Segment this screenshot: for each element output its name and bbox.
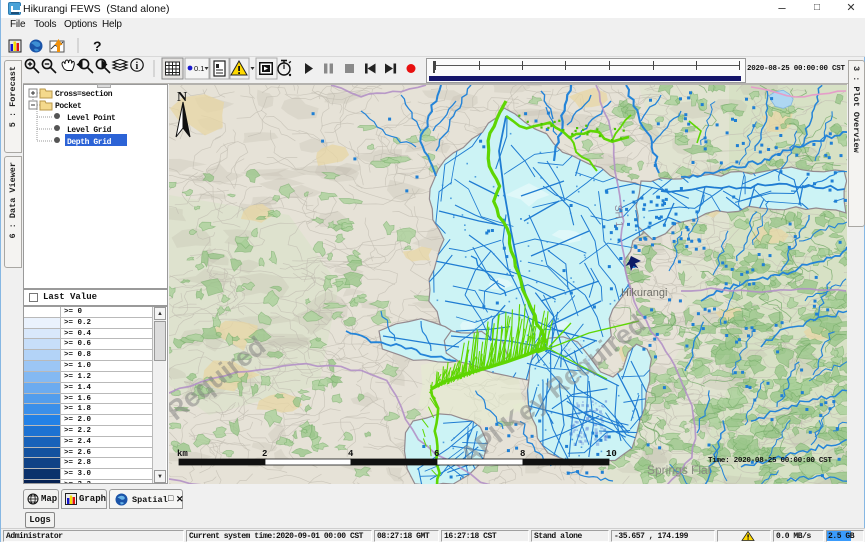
- svg-text:N: N: [177, 90, 187, 105]
- svg-text:Pocket: Pocket: [55, 102, 82, 111]
- svg-text:km: km: [177, 449, 188, 459]
- svg-text:Cross=section: Cross=section: [55, 90, 113, 99]
- svg-text:8: 8: [520, 449, 525, 459]
- svg-text:?: ?: [93, 38, 102, 54]
- svg-text:i: i: [136, 61, 139, 72]
- svg-text:0.1: 0.1: [194, 64, 204, 73]
- svg-text:6: 6: [434, 449, 439, 459]
- svg-text:Hikurangi: Hikurangi: [621, 287, 667, 299]
- svg-text:Depth Grid: Depth Grid: [67, 138, 112, 147]
- svg-text:4: 4: [348, 449, 354, 459]
- svg-text:2: 2: [262, 449, 267, 459]
- svg-text:Level Point: Level Point: [67, 114, 116, 123]
- svg-text:Level Grid: Level Grid: [67, 126, 112, 135]
- svg-text:SH 1: SH 1: [612, 205, 624, 228]
- svg-text:Springs Flat: Springs Flat: [647, 463, 712, 477]
- svg-text:10: 10: [606, 449, 617, 459]
- svg-text:Time: 2020-08-25 00:00:00 CST: Time: 2020-08-25 00:00:00 CST: [708, 457, 832, 465]
